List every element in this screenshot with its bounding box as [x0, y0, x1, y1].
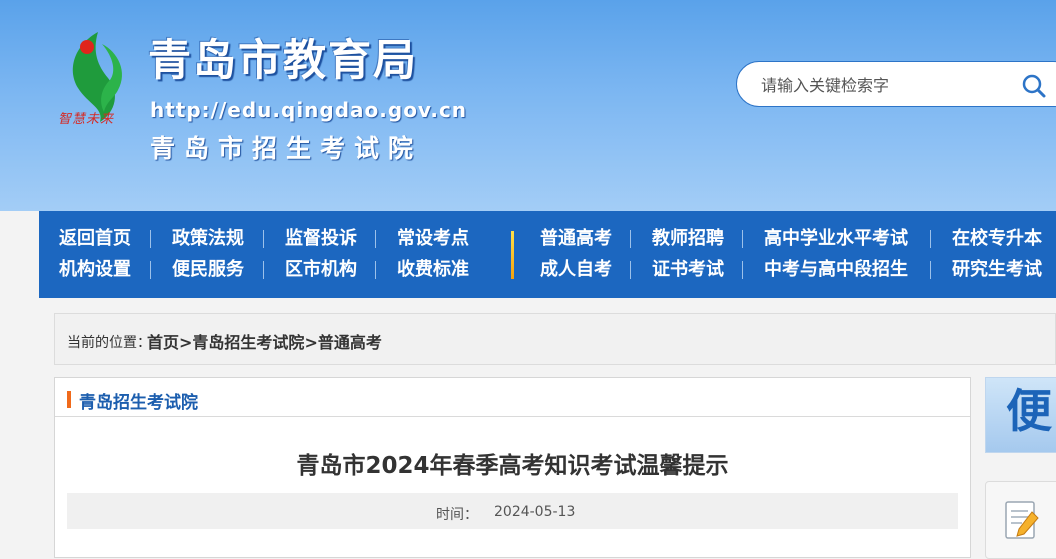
search-box	[736, 61, 1056, 107]
panel-header: 青岛招生考试院	[55, 378, 970, 417]
search-icon[interactable]	[1021, 73, 1047, 99]
panel-title: 青岛招生考试院	[79, 393, 198, 413]
article-panel: 青岛招生考试院 青岛市2024年春季高考知识考试温馨提示 时间： 2024-05…	[54, 377, 971, 558]
nav-group-divider	[511, 231, 514, 279]
nav-gaokao[interactable]: 普通高考	[540, 229, 612, 249]
site-title: 青岛市教育局	[148, 36, 418, 86]
nav-divider	[630, 230, 631, 248]
article-title: 青岛市2024年春季高考知识考试温馨提示	[296, 453, 729, 479]
nav-certificate[interactable]: 证书考试	[652, 260, 724, 280]
nav-divider	[263, 261, 264, 279]
nav-district[interactable]: 区市机构	[285, 260, 357, 280]
breadcrumb-exam-institute[interactable]: 青岛招生考试院	[192, 333, 304, 352]
breadcrumb-path: 首页>青岛招生考试院>普通高考	[147, 329, 382, 353]
article-meta: 时间： 2024-05-13	[67, 493, 958, 529]
publish-date: 2024-05-13	[494, 504, 576, 520]
nav-organization[interactable]: 机构设置	[59, 260, 131, 280]
site-subtitle: 青岛市招生考试院	[150, 134, 423, 163]
breadcrumb: 当前的位置： 首页>青岛招生考试院>普通高考	[54, 313, 1056, 365]
main-nav: 返回首页 政策法规 监督投诉 常设考点 普通高考 教师招聘 高中学业水平考试 在…	[39, 211, 1056, 298]
nav-self-study[interactable]: 成人自考	[540, 260, 612, 280]
breadcrumb-label: 当前的位置：	[67, 335, 151, 351]
logo-slogan: 智慧未来	[58, 112, 115, 127]
nav-divider	[375, 261, 376, 279]
banner-char: 便	[1006, 384, 1052, 438]
nav-postgraduate[interactable]: 研究生考试	[952, 260, 1042, 280]
sidebar-card[interactable]	[985, 481, 1056, 559]
breadcrumb-separator: >	[179, 333, 193, 352]
site-url: http://edu.qingdao.gov.cn	[150, 98, 468, 122]
nav-divider	[150, 261, 151, 279]
nav-fees[interactable]: 收费标准	[397, 260, 469, 280]
nav-complaints[interactable]: 监督投诉	[285, 229, 357, 249]
nav-academic-test[interactable]: 高中学业水平考试	[764, 229, 908, 249]
sidebar-banner[interactable]: 便	[985, 377, 1056, 453]
breadcrumb-gaokao[interactable]: 普通高考	[318, 333, 382, 352]
nav-home[interactable]: 返回首页	[59, 229, 131, 249]
nav-divider	[742, 230, 743, 248]
nav-teacher-recruit[interactable]: 教师招聘	[652, 229, 724, 249]
nav-zhongkao[interactable]: 中考与高中段招生	[764, 260, 908, 280]
breadcrumb-home[interactable]: 首页	[147, 333, 179, 352]
nav-divider	[930, 230, 931, 248]
nav-policy[interactable]: 政策法规	[172, 229, 244, 249]
breadcrumb-separator: >	[304, 333, 318, 352]
nav-services[interactable]: 便民服务	[172, 260, 244, 280]
nav-divider	[150, 230, 151, 248]
search-input[interactable]	[759, 72, 1003, 98]
nav-divider	[263, 230, 264, 248]
nav-upgrade[interactable]: 在校专升本	[952, 229, 1042, 249]
edit-document-icon	[1005, 501, 1039, 539]
nav-divider	[742, 261, 743, 279]
time-label: 时间：	[436, 507, 478, 523]
nav-divider	[930, 261, 931, 279]
nav-divider	[630, 261, 631, 279]
site-header: 智慧未来 青岛市教育局 http://edu.qingdao.gov.cn 青岛…	[0, 0, 1056, 211]
nav-divider	[375, 230, 376, 248]
nav-exam-sites[interactable]: 常设考点	[397, 229, 469, 249]
panel-accent-bar	[67, 391, 71, 408]
